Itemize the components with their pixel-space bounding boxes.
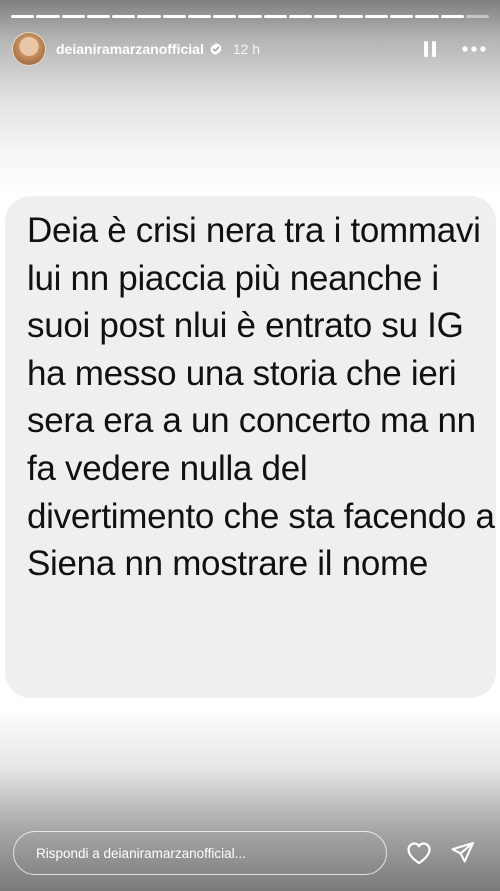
reply-input[interactable]: Rispondi a deianiramarzanofficial... bbox=[13, 831, 387, 875]
progress-segment bbox=[263, 15, 287, 18]
progress-segment bbox=[465, 15, 490, 18]
progress-segment bbox=[36, 15, 60, 18]
progress-segment bbox=[187, 15, 212, 18]
story-progress-bar bbox=[11, 15, 490, 18]
progress-segment bbox=[288, 15, 313, 18]
top-gradient-overlay bbox=[0, 0, 500, 200]
message-text: Deia è crisi nera tra i tommavi lui nn p… bbox=[27, 211, 495, 584]
pause-icon[interactable] bbox=[416, 35, 444, 63]
progress-segment bbox=[415, 15, 439, 18]
progress-segment bbox=[238, 15, 262, 18]
reply-placeholder: Rispondi a deianiramarzanofficial... bbox=[36, 845, 246, 861]
post-time: 12 h bbox=[232, 41, 261, 57]
progress-segment bbox=[86, 15, 111, 18]
story-header: deianiramarzanofficial 12 h bbox=[12, 31, 488, 67]
progress-segment bbox=[339, 15, 363, 18]
progress-segment bbox=[314, 15, 338, 18]
heart-icon[interactable] bbox=[405, 839, 433, 867]
more-horizontal-icon[interactable] bbox=[460, 35, 488, 63]
progress-segment bbox=[440, 15, 464, 18]
avatar[interactable] bbox=[12, 32, 46, 66]
progress-segment bbox=[137, 15, 161, 18]
send-icon[interactable] bbox=[449, 839, 477, 867]
progress-segment bbox=[364, 15, 388, 18]
progress-segment bbox=[112, 15, 136, 18]
progress-segment bbox=[389, 15, 414, 18]
progress-segment bbox=[213, 15, 237, 18]
progress-segment bbox=[162, 15, 186, 18]
verified-badge-icon bbox=[209, 42, 223, 56]
username[interactable]: deianiramarzanofficial bbox=[56, 41, 204, 57]
progress-segment bbox=[61, 15, 85, 18]
progress-segment bbox=[11, 15, 35, 18]
